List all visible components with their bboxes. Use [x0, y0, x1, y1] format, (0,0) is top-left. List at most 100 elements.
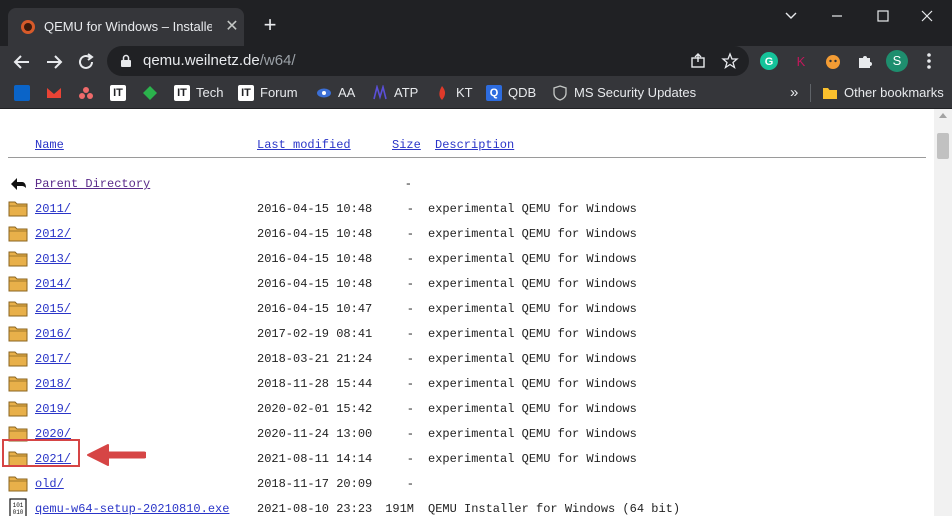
table-row: 2015/2016-04-15 10:47 - experimental QEMU … [0, 297, 934, 321]
description-cell: experimental QEMU for Windows [428, 352, 637, 366]
address-bar[interactable]: qemu.weilnetz.de/w64/ [107, 46, 749, 76]
file-link[interactable]: 2017/ [35, 351, 71, 367]
file-link[interactable]: 2011/ [35, 201, 71, 217]
table-row: 2014/2016-04-15 10:48 - experimental QEMU … [0, 272, 934, 296]
q-icon: Q [486, 85, 502, 101]
folder-icon [8, 276, 28, 292]
file-link[interactable]: 2019/ [35, 401, 71, 417]
folder-icon [8, 476, 28, 492]
bookmark-forum[interactable]: IT Forum [238, 83, 298, 103]
tab-search-icon[interactable] [776, 6, 806, 26]
bookmark-tech[interactable]: IT Tech [174, 83, 226, 103]
description-cell: experimental QEMU for Windows [428, 377, 637, 391]
table-row: 2012/2016-04-15 10:48 - experimental QEMU … [0, 222, 934, 246]
file-link[interactable]: 2012/ [35, 226, 71, 242]
file-link[interactable]: old/ [35, 476, 64, 492]
file-link[interactable]: 2016/ [35, 326, 71, 342]
scroll-up-icon[interactable] [939, 113, 947, 118]
back-arrow-icon [11, 178, 26, 190]
bookmark-ms-security[interactable]: MS Security Updates [552, 83, 696, 103]
table-row: 2011/2016-04-15 10:48 - experimental QEMU … [0, 197, 934, 221]
close-tab-icon[interactable]: ✕ [222, 17, 242, 37]
description-cell: experimental QEMU for Windows [428, 327, 637, 341]
bookmark-it[interactable]: IT [110, 83, 130, 103]
highlight-box [2, 439, 80, 467]
back-arrow-icon[interactable] [10, 50, 34, 74]
table-row: 2013/2016-04-15 10:48 - experimental QEMU … [0, 247, 934, 271]
scrollbar-thumb[interactable] [937, 133, 949, 159]
reload-icon[interactable] [74, 50, 98, 74]
file-link[interactable]: 2013/ [35, 251, 71, 267]
vertical-scrollbar[interactable] [934, 109, 952, 516]
close-window-icon[interactable] [912, 6, 942, 26]
bookmark-kt[interactable]: KT [434, 83, 474, 103]
extensions-puzzle-icon[interactable] [854, 50, 876, 72]
bookmark-label: MS Security Updates [574, 85, 697, 100]
it-icon: IT [174, 85, 190, 101]
sort-by-modified-link[interactable]: Last modified [257, 137, 351, 153]
minimize-icon[interactable] [822, 6, 852, 26]
feedly-icon [143, 86, 157, 100]
description-cell: experimental QEMU for Windows [428, 302, 637, 316]
modified-cell: 2016-04-15 10:47 [257, 302, 373, 316]
table-row: old/2018-11-17 20:09 - [0, 472, 934, 496]
folder-icon [8, 351, 28, 367]
file-link[interactable]: 2018/ [35, 376, 71, 392]
size-cell: - [404, 177, 412, 191]
share-icon[interactable] [689, 52, 707, 70]
bookmark-label: Forum [260, 85, 298, 100]
sort-by-description-link[interactable]: Description [435, 137, 514, 153]
bookmark-asana[interactable] [78, 83, 98, 103]
parent-directory-link[interactable]: Parent Directory [35, 176, 150, 192]
size-cell: - [406, 227, 414, 241]
fox-extension-icon[interactable] [822, 50, 844, 72]
menu-kebab-icon[interactable] [918, 50, 940, 72]
bookmark-aa[interactable]: AA [316, 83, 360, 103]
bookmarks-overflow-button[interactable]: » [790, 84, 804, 102]
profile-avatar[interactable]: S [886, 50, 908, 72]
bookmark-label: QDB [508, 85, 537, 100]
bookmark-feedly[interactable] [142, 83, 162, 103]
description-cell: experimental QEMU for Windows [428, 452, 637, 466]
table-row: 101 010 qemu-w64-setup-20210810.exe 2021-08… [0, 497, 934, 516]
bookmark-atp[interactable]: ATP [372, 83, 422, 103]
bookmark-qdb[interactable]: Q QDB [486, 83, 538, 103]
bookmark-star-icon[interactable] [721, 52, 739, 70]
forward-arrow-icon[interactable] [42, 50, 66, 74]
file-link[interactable]: qemu-w64-setup-20210810.exe [35, 501, 229, 516]
other-bookmarks-label: Other bookmarks [844, 85, 944, 100]
size-cell: - [406, 377, 414, 391]
modified-cell: 2018-11-17 20:09 [257, 477, 373, 491]
bookmark-outlook[interactable] [14, 83, 34, 103]
sort-by-name-link[interactable]: Name [35, 137, 64, 153]
url-text: qemu.weilnetz.de/w64/ [143, 52, 296, 70]
eye-icon [317, 88, 331, 98]
modified-cell: 2016-04-15 10:48 [257, 227, 373, 241]
bookmark-gmail[interactable] [46, 83, 66, 103]
description-cell: QEMU Installer for Windows (64 bit) [428, 502, 681, 516]
svg-text:G: G [765, 56, 774, 68]
modified-cell: 2020-11-24 13:00 [257, 427, 373, 441]
size-cell: - [406, 477, 414, 491]
file-link[interactable]: 2014/ [35, 276, 71, 292]
grammarly-icon[interactable]: G [758, 50, 780, 72]
sort-by-size-link[interactable]: Size [392, 137, 421, 153]
browser-tab[interactable]: QEMU for Windows – Installers (6 ✕ [8, 8, 244, 46]
new-tab-button[interactable]: + [258, 14, 282, 38]
size-cell: - [406, 352, 414, 366]
folder-icon [823, 88, 837, 99]
description-cell: experimental QEMU for Windows [428, 202, 637, 216]
size-cell: - [406, 327, 414, 341]
tab-strip: QEMU for Windows – Installers (6 ✕ + [0, 0, 952, 46]
bookmark-label: AA [338, 85, 356, 100]
it-icon: IT [238, 85, 254, 101]
description-cell: experimental QEMU for Windows [428, 252, 637, 266]
k-extension-icon[interactable]: K [790, 50, 812, 72]
maximize-icon[interactable] [868, 6, 898, 26]
other-bookmarks-folder[interactable]: Other bookmarks [822, 83, 944, 103]
asana-icon [79, 87, 93, 99]
file-link[interactable]: 2015/ [35, 301, 71, 317]
modified-cell: 2018-03-21 21:24 [257, 352, 373, 366]
header-divider [8, 157, 926, 158]
folder-icon [8, 201, 28, 217]
